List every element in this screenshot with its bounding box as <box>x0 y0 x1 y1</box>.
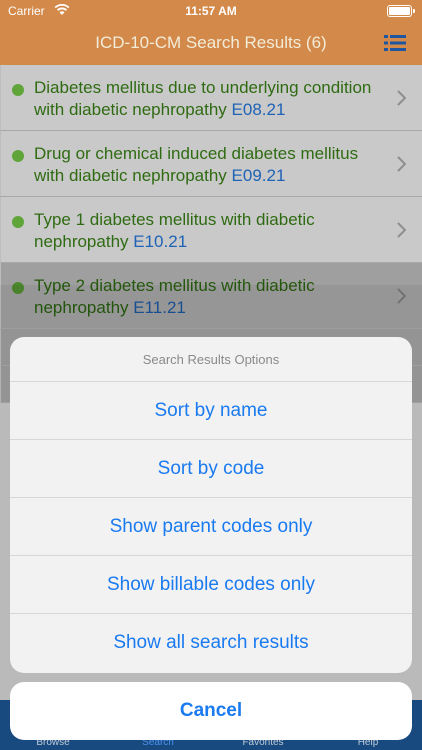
list-menu-icon[interactable] <box>384 34 406 52</box>
status-dot-icon <box>12 216 24 228</box>
result-code: E09.21 <box>231 166 286 185</box>
status-dot-icon <box>12 84 24 96</box>
show-all-results-button[interactable]: Show all search results <box>10 614 412 672</box>
result-row[interactable]: Type 1 diabetes mellitus with diabetic n… <box>0 197 422 263</box>
action-sheet: Search Results Options Sort by name Sort… <box>10 337 412 673</box>
sort-by-name-button[interactable]: Sort by name <box>10 382 412 440</box>
chevron-right-icon <box>397 90 406 106</box>
battery-icon <box>387 5 415 17</box>
result-label: Diabetes mellitus due to underlying cond… <box>34 78 372 119</box>
page-title: ICD-10-CM Search Results (6) <box>95 33 327 52</box>
nav-bar: ICD-10-CM Search Results (6) <box>0 22 422 65</box>
result-code: E10.21 <box>133 232 188 251</box>
status-dot-icon <box>12 150 24 162</box>
chevron-right-icon <box>397 156 406 172</box>
sort-by-code-button[interactable]: Sort by code <box>10 440 412 498</box>
result-row[interactable]: Drug or chemical induced diabetes mellit… <box>0 131 422 197</box>
result-label: Drug or chemical induced diabetes mellit… <box>34 144 359 185</box>
show-parent-codes-button[interactable]: Show parent codes only <box>10 498 412 556</box>
result-row[interactable]: Diabetes mellitus due to underlying cond… <box>0 65 422 131</box>
result-code: E08.21 <box>231 100 286 119</box>
status-bar: Carrier 11:57 AM <box>0 0 422 22</box>
chevron-right-icon <box>397 222 406 238</box>
cancel-button[interactable]: Cancel <box>10 682 412 740</box>
show-billable-codes-button[interactable]: Show billable codes only <box>10 556 412 614</box>
action-sheet-title: Search Results Options <box>10 337 412 382</box>
clock: 11:57 AM <box>185 4 237 18</box>
